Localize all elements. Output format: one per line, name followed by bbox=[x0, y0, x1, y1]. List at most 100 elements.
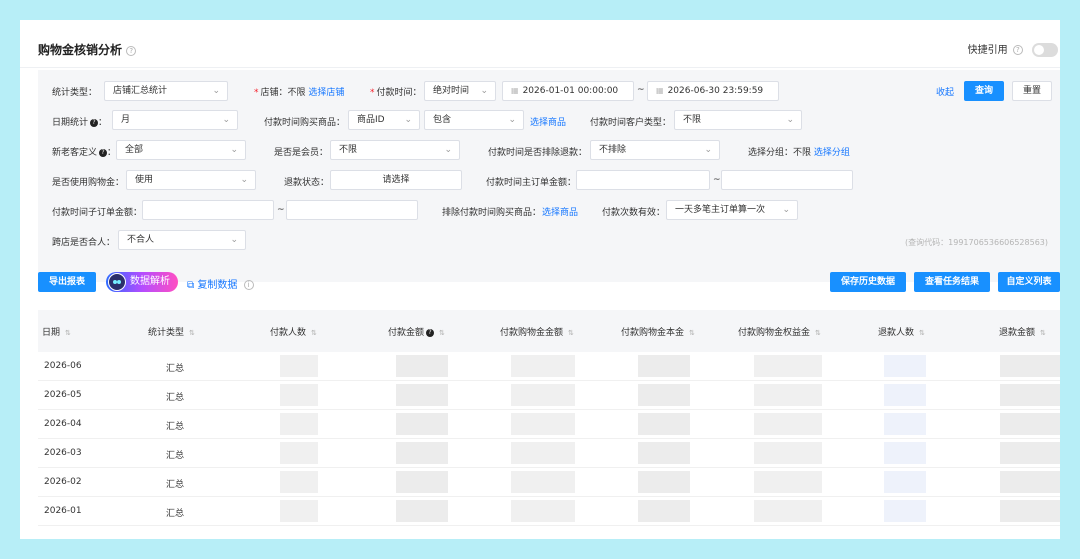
ai-analysis-button[interactable]: 数据解析 bbox=[106, 272, 178, 292]
col-pay-coupon-amount[interactable]: 付款购物金金额 ⇅ bbox=[500, 325, 574, 338]
blurred-value bbox=[884, 355, 926, 377]
quick-ref-toggle[interactable] bbox=[1032, 43, 1058, 57]
blurred-value bbox=[511, 413, 575, 435]
blurred-value bbox=[1000, 413, 1060, 435]
reset-button[interactable]: 重置 bbox=[1012, 81, 1052, 101]
pay-goods-op-select[interactable]: 包含 ⌄ bbox=[424, 110, 524, 130]
view-results-button[interactable]: 查看任务结果 bbox=[914, 272, 990, 292]
table-row: 2026-04 汇总 bbox=[38, 410, 1060, 439]
sub-order-amount-min[interactable] bbox=[142, 200, 274, 220]
cell-date: 2026-02 bbox=[44, 477, 82, 487]
blurred-value bbox=[280, 442, 318, 464]
blurred-value bbox=[511, 384, 575, 406]
select-group-link[interactable]: 选择分组 bbox=[814, 148, 850, 158]
quick-ref: 快捷引用 ? bbox=[968, 41, 1058, 57]
question-icon[interactable]: ? bbox=[99, 148, 108, 157]
main-order-amount-min[interactable] bbox=[576, 170, 710, 190]
sort-icon: ⇅ bbox=[1040, 329, 1046, 337]
blurred-value bbox=[884, 500, 926, 522]
cell-stat-type: 汇总 bbox=[166, 364, 185, 374]
chevron-down-icon: ⌄ bbox=[444, 145, 452, 155]
pay-time-mode-value: 绝对时间 bbox=[433, 86, 470, 96]
col-pay-users[interactable]: 付款人数 ⇅ bbox=[270, 325, 317, 338]
pay-customer-type-select[interactable]: 不限 ⌄ bbox=[674, 110, 802, 130]
main-order-amount-max[interactable] bbox=[721, 170, 853, 190]
store-filter: * 店铺：不限 选择店铺 bbox=[254, 88, 345, 98]
help-icon[interactable]: ? bbox=[126, 45, 137, 56]
sub-order-amount-max[interactable] bbox=[286, 200, 418, 220]
info-icon[interactable]: i bbox=[243, 280, 254, 290]
cross-store-select[interactable]: 不合人 ⌄ bbox=[118, 230, 246, 250]
col-pay-coupon-benefit[interactable]: 付款购物金权益金 ⇅ bbox=[738, 325, 821, 338]
blurred-value bbox=[1000, 471, 1060, 493]
col-stat-type[interactable]: 统计类型 ⇅ bbox=[148, 325, 195, 338]
pay-count-valid-select[interactable]: 一天多笔主订单算一次 ⌄ bbox=[666, 200, 798, 220]
blurred-value bbox=[638, 500, 690, 522]
pay-time-start-input[interactable]: ▦ 2026-01-01 00:00:00 bbox=[502, 81, 634, 101]
export-report-button[interactable]: 导出报表 bbox=[38, 272, 96, 292]
exclude-select-goods-link[interactable]: 选择商品 bbox=[542, 205, 578, 218]
exclude-refund-value: 不排除 bbox=[599, 145, 627, 155]
pay-count-valid-label: 付款次数有效： bbox=[602, 208, 666, 218]
blurred-value bbox=[754, 384, 822, 406]
new-old-label: 新老客定义 bbox=[52, 148, 98, 158]
cell-date: 2026-01 bbox=[44, 506, 82, 516]
col-refund-users[interactable]: 退款人数 ⇅ bbox=[878, 325, 925, 338]
collapse-link[interactable]: 收起 bbox=[936, 85, 954, 98]
col-date[interactable]: 日期 ⇅ bbox=[42, 325, 71, 338]
col-pay-amount[interactable]: 付款金额? ⇅ bbox=[388, 325, 445, 338]
cell-stat-type: 汇总 bbox=[166, 422, 185, 432]
sort-icon: ⇅ bbox=[568, 329, 574, 337]
custom-columns-button[interactable]: 自定义列表 bbox=[998, 272, 1060, 292]
ai-analysis-label: 数据解析 bbox=[130, 276, 170, 287]
store-value: 不限 bbox=[287, 88, 306, 98]
pay-goods-type-select[interactable]: 商品ID ⌄ bbox=[348, 110, 420, 130]
cell-date: 2026-05 bbox=[44, 390, 82, 400]
save-history-button[interactable]: 保存历史数据 bbox=[830, 272, 906, 292]
robot-icon bbox=[108, 273, 126, 291]
date-stat-select[interactable]: 月 ⌄ bbox=[112, 110, 238, 130]
blurred-value bbox=[638, 442, 690, 464]
copy-data-button[interactable]: ⧉ 复制数据 i bbox=[187, 276, 254, 291]
chevron-down-icon: ⌄ bbox=[782, 205, 790, 215]
is-member-label: 是否是会员： bbox=[274, 148, 329, 158]
pay-time-mode-select[interactable]: 绝对时间 ⌄ bbox=[424, 81, 496, 101]
refund-status-select[interactable]: 请选择 bbox=[330, 170, 462, 190]
blurred-value bbox=[1000, 442, 1060, 464]
cell-stat-type: 汇总 bbox=[166, 480, 185, 490]
blurred-value bbox=[1000, 384, 1060, 406]
amount-range-separator: ~ bbox=[713, 175, 721, 185]
main-order-amount-label: 付款时间主订单金额： bbox=[486, 178, 577, 188]
stat-type-select[interactable]: 店铺汇总统计 ⌄ bbox=[104, 81, 228, 101]
pay-time-end-input[interactable]: ▦ 2026-06-30 23:59:59 bbox=[647, 81, 779, 101]
use-coupon-select[interactable]: 使用 ⌄ bbox=[126, 170, 256, 190]
blurred-value bbox=[280, 471, 318, 493]
store-label: 店铺： bbox=[260, 88, 288, 98]
sort-icon: ⇅ bbox=[919, 329, 925, 337]
sort-icon: ⇅ bbox=[65, 329, 71, 337]
sort-icon: ⇅ bbox=[815, 329, 821, 337]
select-store-link[interactable]: 选择店铺 bbox=[308, 88, 344, 98]
sort-icon: ⇅ bbox=[439, 329, 445, 337]
pay-goods-label: 付款时间购买商品： bbox=[264, 118, 346, 128]
date-stat-label: 日期统计 bbox=[52, 118, 89, 128]
blurred-value bbox=[396, 500, 448, 522]
cell-date: 2026-04 bbox=[44, 419, 82, 429]
group-label: 选择分组： bbox=[748, 148, 794, 158]
date-range-separator: ~ bbox=[637, 85, 645, 95]
chevron-down-icon: ⌄ bbox=[230, 235, 238, 245]
blurred-value bbox=[511, 442, 575, 464]
is-member-select[interactable]: 不限 ⌄ bbox=[330, 140, 460, 160]
query-button[interactable]: 查询 bbox=[964, 81, 1004, 101]
help-icon[interactable]: ? bbox=[1012, 45, 1023, 55]
blurred-value bbox=[754, 471, 822, 493]
exclude-refund-select[interactable]: 不排除 ⌄ bbox=[590, 140, 720, 160]
stat-type-value: 店铺汇总统计 bbox=[113, 86, 168, 96]
pay-goods-type-value: 商品ID bbox=[357, 115, 385, 125]
col-pay-coupon-principal[interactable]: 付款购物金本金 ⇅ bbox=[621, 325, 695, 338]
page-header: 购物金核销分析 ? 快捷引用 ? bbox=[20, 20, 1060, 68]
select-goods-link[interactable]: 选择商品 bbox=[530, 115, 566, 128]
col-refund-amount[interactable]: 退款金额 ⇅ bbox=[999, 325, 1046, 338]
question-icon[interactable]: ? bbox=[90, 118, 99, 127]
new-old-select[interactable]: 全部 ⌄ bbox=[116, 140, 246, 160]
